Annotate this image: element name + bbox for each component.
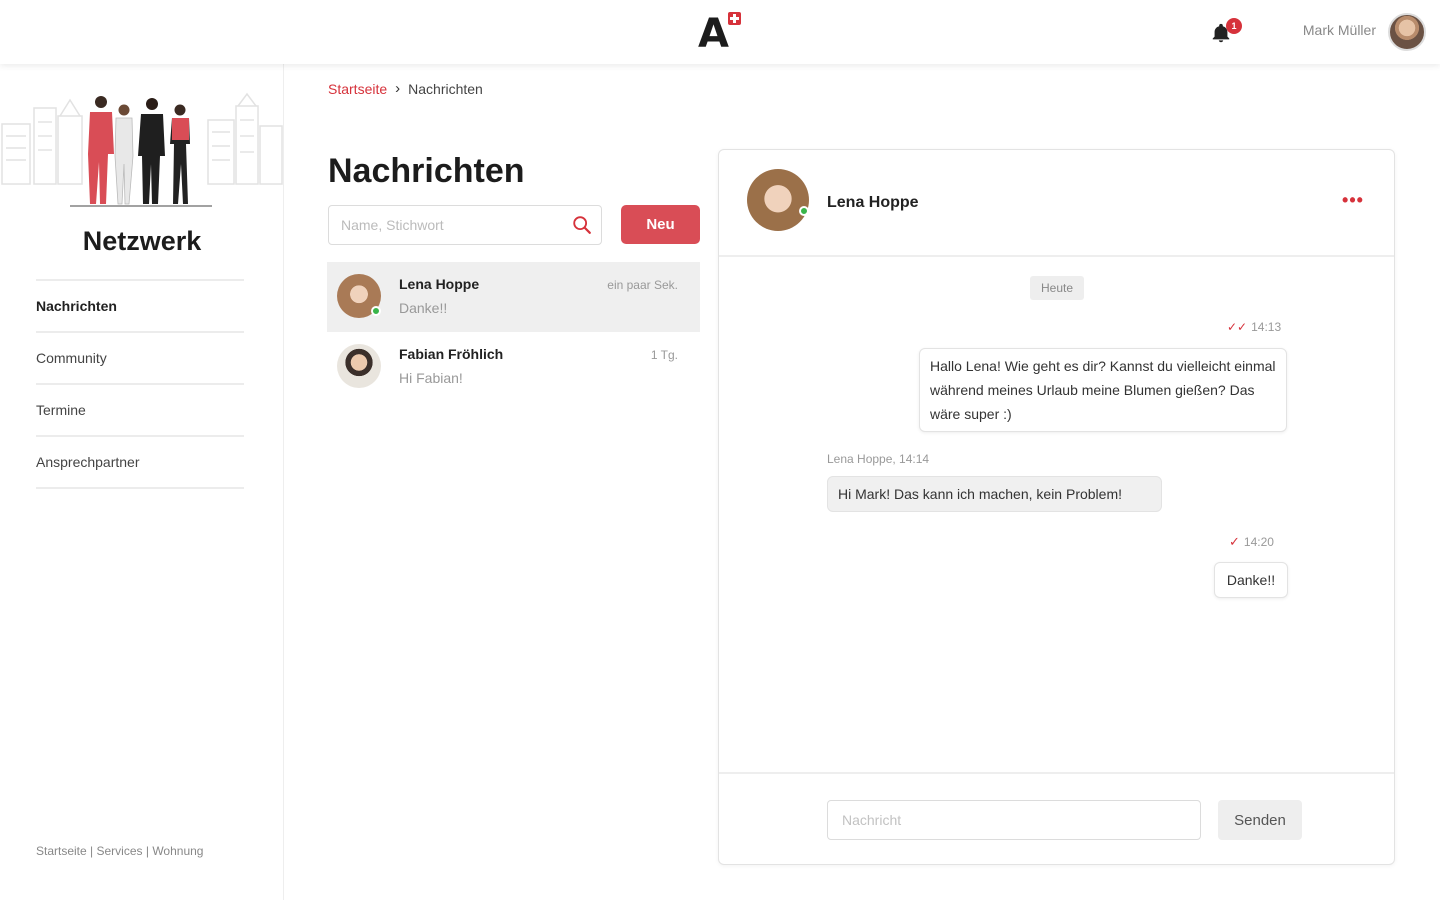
brand-logo[interactable]: A <box>698 10 746 56</box>
footer-link-wohnung[interactable]: Wohnung <box>152 844 203 858</box>
conversation-item-fabian[interactable]: Fabian Fröhlich Hi Fabian! 1 Tg. <box>327 332 700 402</box>
conversation-name: Lena Hoppe <box>399 276 480 292</box>
chevron-right-icon: › <box>395 80 401 97</box>
footer-link-services[interactable]: Services <box>97 844 143 858</box>
footer-link-startseite[interactable]: Startseite <box>36 844 87 858</box>
top-bar: A 1 Mark Müller <box>0 0 1440 64</box>
conversation-preview: Danke!! <box>399 300 448 316</box>
more-options-icon[interactable]: ••• <box>1339 188 1367 212</box>
chat-composer: Senden <box>719 772 1394 864</box>
message-meta: ✓✓ 14:13 <box>1227 320 1281 334</box>
user-name[interactable]: Mark Müller <box>1250 22 1376 38</box>
message-time: 14:20 <box>1243 535 1274 549</box>
search-input[interactable] <box>341 215 561 235</box>
day-separator: Heute <box>1030 276 1084 300</box>
breadcrumb-current: Nachrichten <box>408 80 483 97</box>
check-icon: ✓ <box>1229 534 1240 549</box>
sidebar-title: Netzwerk <box>82 226 202 256</box>
message-input[interactable] <box>827 800 1201 840</box>
message-time: 14:13 <box>1251 320 1282 334</box>
sidebar-item-ansprechpartner[interactable]: Ansprechpartner <box>36 437 244 489</box>
chat-header: Lena Hoppe ••• <box>719 150 1394 257</box>
avatar <box>337 344 381 388</box>
conversation-name: Fabian Fröhlich <box>399 346 504 362</box>
message-meta: ✓ 14:20 <box>1229 534 1274 550</box>
sidebar-nav: Nachrichten Community Termine Ansprechpa… <box>36 279 244 489</box>
notifications-button[interactable]: 1 <box>1210 18 1242 46</box>
notification-badge: 1 <box>1226 18 1242 34</box>
footer-separator: | <box>86 844 97 858</box>
breadcrumb-home-link[interactable]: Startseite <box>328 81 387 97</box>
new-message-button[interactable]: Neu <box>621 205 700 244</box>
message-meta: Lena Hoppe, 14:14 <box>827 452 930 466</box>
chat-contact-name[interactable]: Lena Hoppe <box>827 194 919 212</box>
logo-letter: A <box>698 11 729 57</box>
page-title: Nachrichten <box>328 152 525 190</box>
conversation-time: 1 Tg. <box>650 348 678 362</box>
online-status-indicator <box>371 306 381 316</box>
search-box <box>328 205 602 245</box>
search-icon[interactable] <box>571 214 593 236</box>
sidebar: Netzwerk Nachrichten Community Termine A… <box>0 64 284 900</box>
double-check-icon: ✓✓ <box>1227 320 1248 334</box>
message-bubble-incoming: Hi Mark! Das kann ich machen, kein Probl… <box>827 476 1162 512</box>
sidebar-item-nachrichten[interactable]: Nachrichten <box>36 281 244 333</box>
user-avatar[interactable] <box>1388 13 1426 51</box>
message-bubble-outgoing: Hallo Lena! Wie geht es dir? Kannst du v… <box>919 348 1287 432</box>
chat-panel: Lena Hoppe ••• Heute ✓✓ 14:13 Hallo Lena… <box>718 149 1395 865</box>
breadcrumb: Startseite › Nachrichten <box>328 80 483 97</box>
footer-links: Startseite | Services | Wohnung <box>36 844 203 858</box>
swiss-flag-icon <box>728 12 741 25</box>
conversation-preview: Hi Fabian! <box>399 370 463 386</box>
conversation-item-lena[interactable]: Lena Hoppe Danke!! ein paar Sek. <box>327 262 700 332</box>
send-button[interactable]: Senden <box>1218 800 1302 840</box>
footer-separator: | <box>142 844 153 858</box>
sidebar-item-community[interactable]: Community <box>36 333 244 385</box>
sidebar-item-termine[interactable]: Termine <box>36 385 244 437</box>
conversation-time: ein paar Sek. <box>607 278 678 292</box>
message-bubble-outgoing: Danke!! <box>1214 562 1288 598</box>
online-status-indicator <box>799 206 809 216</box>
chat-contact-avatar[interactable] <box>747 169 809 231</box>
community-illustration <box>1 92 283 207</box>
